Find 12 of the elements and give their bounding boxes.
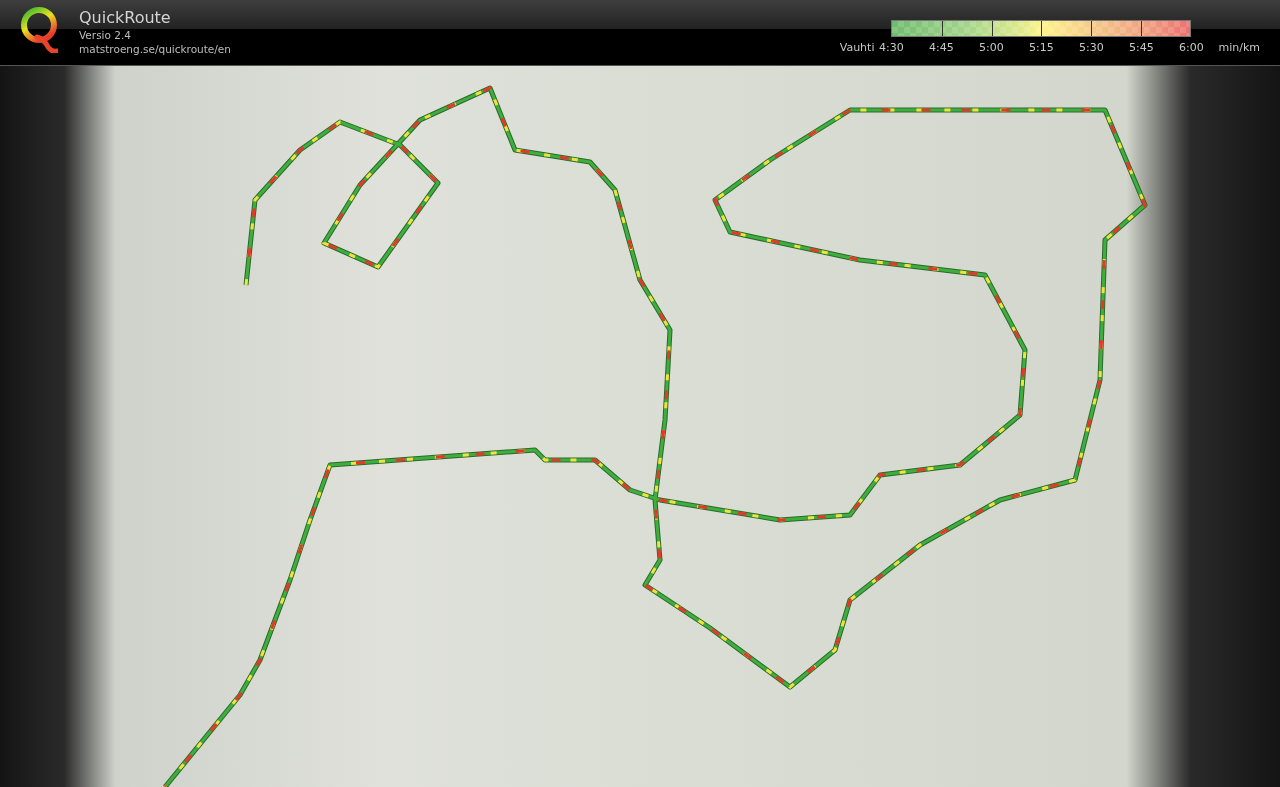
logo-icon	[20, 7, 58, 53]
pace-tick-label: 4:45	[928, 41, 955, 54]
pace-unit-label: min/km	[1218, 41, 1260, 54]
app-title: QuickRoute	[79, 8, 172, 28]
pace-tick-label: 5:30	[1078, 41, 1105, 54]
pace-tick-label: 5:00	[978, 41, 1005, 54]
pace-label: Vauhti	[839, 41, 875, 54]
version-label: Versio 2.4	[79, 28, 132, 42]
pace-tick-label: 5:15	[1028, 41, 1055, 54]
website-url: matstroeng.se/quickroute/en	[79, 42, 231, 56]
pace-tick-label: 5:45	[1128, 41, 1155, 54]
pace-tick-label: 6:00	[1178, 41, 1205, 54]
